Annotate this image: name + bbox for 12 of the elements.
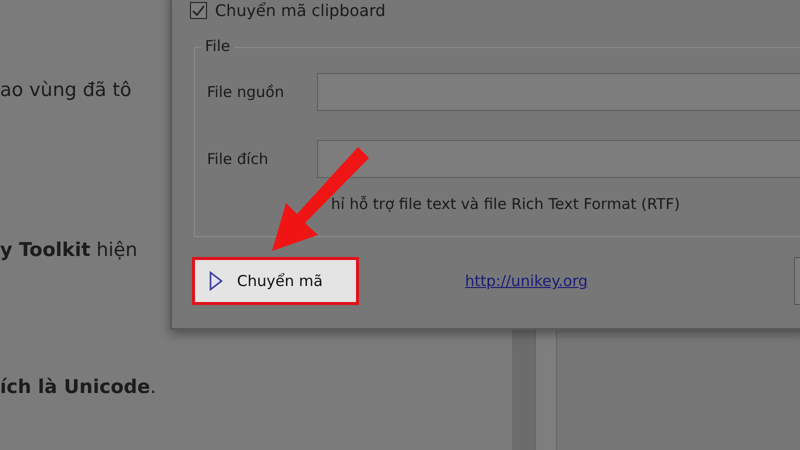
paragraph-text: ích là Unicode. xyxy=(0,375,156,399)
field-label: File đích xyxy=(207,150,270,168)
paragraph-text: ao vùng đã tô xyxy=(0,78,132,102)
convert-button[interactable]: Chuyển mã xyxy=(192,257,359,305)
note-text: hỉ hỗ trợ file text và file Rich Text Format (RTF) xyxy=(331,195,681,213)
input-field[interactable] xyxy=(317,73,800,111)
checkbox[interactable] xyxy=(190,2,207,18)
paragraph-text: y Toolkit hiện xyxy=(0,238,138,262)
checkbox-label: Chuyển mã clipboard xyxy=(215,0,386,20)
field-label: File nguồn xyxy=(207,83,286,101)
play-icon xyxy=(209,271,223,291)
input-field[interactable] xyxy=(317,140,800,178)
